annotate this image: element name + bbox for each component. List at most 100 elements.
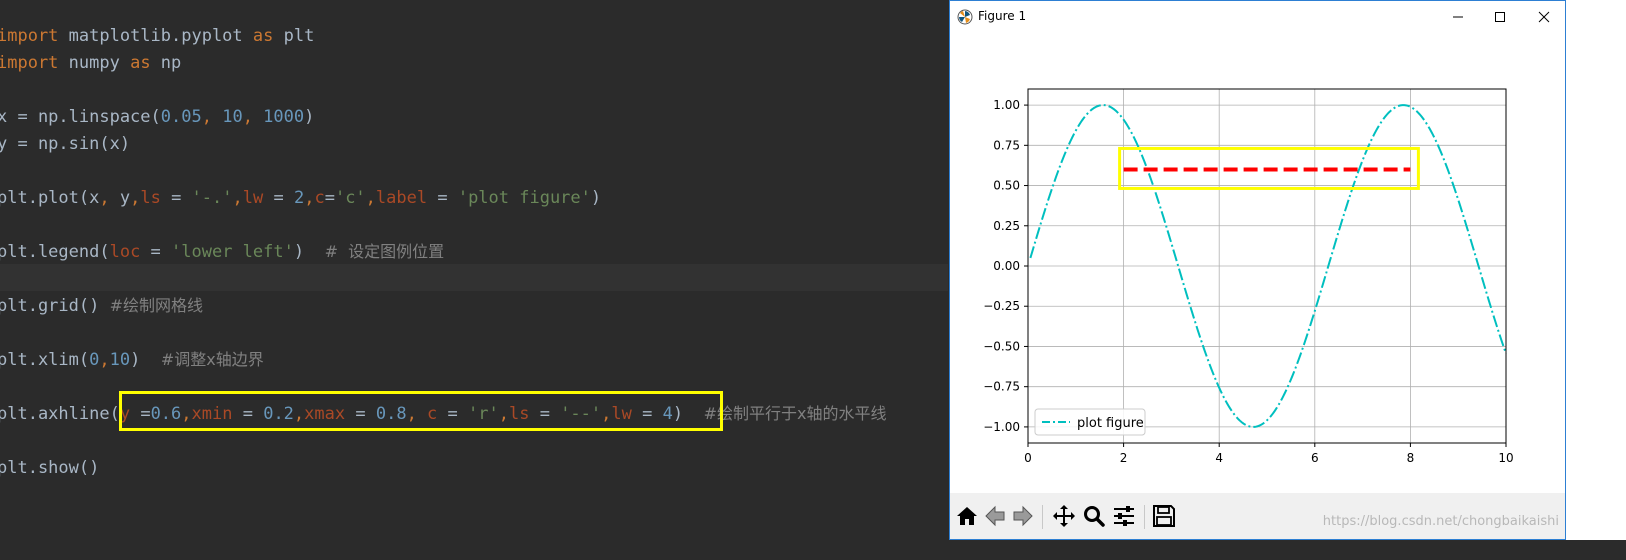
code-token: # 设定图例位置	[324, 242, 445, 261]
figure-title: Figure 1	[978, 9, 1027, 23]
code-token: #调整x轴边界	[160, 350, 264, 369]
code-token: =	[160, 188, 192, 208]
code-token: numpy	[58, 53, 131, 73]
code-token: 10	[222, 107, 243, 127]
forward-button[interactable]	[1010, 503, 1036, 529]
code-token: label	[375, 188, 428, 208]
x-tick-label: 8	[1407, 451, 1415, 465]
code-token: ,	[365, 188, 376, 208]
x-tick-label: 4	[1215, 451, 1223, 465]
current-line-highlight	[0, 264, 948, 291]
pan-icon	[1053, 505, 1075, 527]
code-token: import	[0, 26, 59, 46]
pan-button[interactable]	[1051, 503, 1077, 529]
code-token: =	[140, 242, 172, 262]
code-line: plt.plot(x, y,ls = '-.',lw = 2,c='c',lab…	[0, 188, 601, 208]
x-tick-label: 10	[1498, 451, 1513, 465]
background-strip-bottom	[948, 540, 1626, 560]
home-icon	[957, 507, 977, 525]
zoom-button[interactable]	[1081, 503, 1107, 529]
code-token: plt	[273, 26, 315, 46]
maximize-icon	[1495, 12, 1505, 22]
code-token: 'c'	[334, 188, 366, 208]
code-editor[interactable]: import matplotlib.pyplot as plt import nu…	[0, 0, 948, 560]
code-token: ,	[232, 188, 243, 208]
code-token: matplotlib.pyplot	[58, 26, 253, 46]
figure-toolbar: https://blog.csdn.net/chongbaikaishi	[950, 493, 1565, 539]
code-token: 0.05	[160, 107, 202, 127]
figure-titlebar[interactable]: Figure 1	[950, 1, 1565, 33]
x-tick-label: 2	[1120, 451, 1128, 465]
code-token: y	[119, 188, 131, 208]
code-token: ls	[140, 188, 161, 208]
code-token: ,	[99, 188, 120, 208]
code-token: 0	[89, 350, 100, 370]
code-token: #绘制网格线	[109, 296, 204, 315]
code-token: )	[590, 188, 602, 208]
code-token: loc	[109, 242, 141, 262]
y-tick-label: −0.75	[983, 380, 1020, 394]
y-tick-label: 0.50	[993, 179, 1020, 193]
y-tick-label: −0.25	[983, 299, 1020, 313]
code-line: import matplotlib.pyplot as plt	[0, 26, 314, 46]
code-token: as	[130, 53, 151, 73]
code-line: plt.show()	[0, 458, 99, 478]
code-token: #绘制平行于x轴的水平线	[703, 404, 887, 423]
code-line: import numpy as np	[0, 53, 181, 73]
line-chart: 0 2 4 6 8 10 1.00 0.75 0.50 0.25 0.00 −0.25 −0.50 −0.…	[983, 88, 1514, 465]
save-icon	[1153, 505, 1175, 527]
minimize-icon	[1453, 16, 1463, 18]
x-tick-label: 0	[1024, 451, 1032, 465]
y-tick-label: 0.25	[993, 219, 1020, 233]
code-token: =	[324, 188, 335, 208]
code-token: )	[130, 350, 161, 370]
subplots-button[interactable]	[1111, 503, 1137, 529]
code-line: plt.legend(loc = 'lower left') # 设定图例位置	[0, 242, 444, 262]
code-token: =	[263, 188, 294, 208]
x-tick-label: 6	[1311, 451, 1319, 465]
home-button[interactable]	[954, 503, 980, 529]
y-tick-label: 0.75	[993, 138, 1020, 152]
save-button[interactable]	[1151, 503, 1177, 529]
y-tick-label: −0.50	[983, 339, 1020, 353]
y-tick-label: −1.00	[983, 420, 1020, 434]
matplotlib-logo-icon	[957, 9, 973, 25]
minimize-button[interactable]	[1435, 1, 1481, 33]
code-token: )	[293, 242, 325, 262]
code-token: 'plot figure'	[457, 188, 591, 208]
code-token: x = np.linspace(	[0, 107, 161, 127]
toolbar-separator	[1144, 505, 1145, 529]
code-line: x = np.linspace(0.05, 10, 1000)	[0, 107, 314, 127]
forward-arrow-icon	[1013, 505, 1033, 527]
code-token: lw	[242, 188, 264, 208]
code-token: 10	[109, 350, 131, 370]
code-token: =	[427, 188, 458, 208]
code-line: plt.grid() #绘制网格线	[0, 296, 203, 316]
zoom-icon	[1084, 506, 1105, 527]
code-token: ,	[201, 107, 223, 127]
code-token: plt.axhline(	[0, 404, 120, 424]
code-token: np	[150, 53, 182, 73]
code-token: )	[304, 107, 315, 127]
code-token: c	[314, 188, 325, 208]
maximize-button[interactable]	[1477, 1, 1523, 33]
code-token: ,	[304, 188, 315, 208]
legend-label: plot figure	[1077, 416, 1144, 431]
code-token: 1000	[263, 107, 305, 127]
axhline-highlight-box	[119, 391, 723, 431]
code-token: as	[252, 26, 274, 46]
code-line: y = np.sin(x)	[0, 134, 130, 154]
figure-window[interactable]: Figure 1 0 2 4 6 8 10 1.00 0.75 0.50 0.25 0.00 −0.2…	[949, 0, 1566, 540]
y-tick-label: 1.00	[993, 98, 1020, 112]
code-token: ,	[242, 107, 264, 127]
code-token: plt.show()	[0, 458, 100, 478]
plot-canvas[interactable]: 0 2 4 6 8 10 1.00 0.75 0.50 0.25 0.00 −0.25 −0.50 −0.…	[950, 33, 1565, 493]
back-button[interactable]	[982, 503, 1008, 529]
code-token: ,	[99, 350, 110, 370]
code-token: ,	[130, 188, 141, 208]
close-button[interactable]	[1521, 1, 1565, 33]
code-token: import	[0, 53, 59, 73]
back-arrow-icon	[985, 505, 1005, 527]
subplots-icon	[1114, 506, 1134, 526]
close-icon	[1538, 11, 1550, 23]
